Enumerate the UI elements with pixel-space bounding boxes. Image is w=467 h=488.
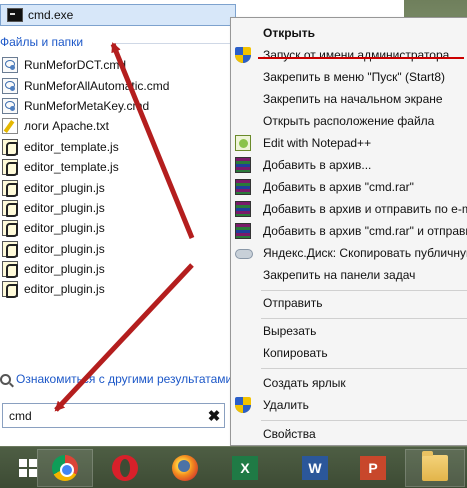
- opera-icon: [112, 455, 138, 481]
- uac-shield-icon: [235, 47, 251, 63]
- folder-icon: [422, 451, 448, 481]
- winrar-icon: [235, 179, 251, 195]
- menu-item-yandex-disk-link[interactable]: Яндекс.Диск: Скопировать публичную ссылк…: [231, 242, 467, 264]
- notepad-plus-plus-icon: [235, 135, 251, 151]
- list-item[interactable]: editor_plugin.js: [2, 259, 234, 279]
- taskbar-excel[interactable]: X: [217, 449, 273, 487]
- clear-search-icon[interactable]: ✖: [204, 407, 224, 425]
- powerpoint-icon: P: [360, 456, 386, 480]
- taskbar-chrome[interactable]: [37, 449, 93, 487]
- menu-item-pin-start-screen[interactable]: Закрепить на начальном экране: [231, 88, 467, 110]
- cmd-script-icon: [2, 97, 18, 114]
- winrar-icon: [235, 201, 251, 217]
- taskbar-opera[interactable]: [97, 449, 153, 487]
- menu-item-delete[interactable]: Удалить: [231, 394, 467, 416]
- file-results-list: RunMeforDCT.cmd RunMeforAllAutomatic.cmd…: [2, 55, 234, 300]
- menu-item-edit-notepadpp[interactable]: Edit with Notepad++: [231, 132, 467, 154]
- chrome-icon: [52, 455, 78, 481]
- section-title: Файлы и папки: [0, 35, 84, 49]
- windows-logo-icon: [19, 459, 37, 477]
- excel-icon: X: [232, 456, 258, 480]
- menu-item-copy[interactable]: Копировать: [231, 342, 467, 364]
- menu-item-pin-start8[interactable]: Закрепить в меню "Пуск" (Start8): [231, 66, 467, 88]
- menu-item-add-to-archive[interactable]: Добавить в архив...: [231, 154, 467, 176]
- js-file-icon: [2, 199, 18, 217]
- menu-item-open-file-location[interactable]: Открыть расположение файла: [231, 110, 467, 132]
- menu-separator: [261, 368, 467, 369]
- search-input[interactable]: [3, 405, 204, 426]
- menu-separator: [261, 318, 467, 319]
- menu-item-properties[interactable]: Свойства: [231, 423, 467, 445]
- js-file-icon: [2, 159, 18, 177]
- highlight-underline: [258, 57, 464, 59]
- js-file-icon: [2, 138, 18, 156]
- list-item[interactable]: логи Apache.txt: [2, 116, 234, 136]
- top-result-cmd[interactable]: cmd.exe: [0, 4, 236, 26]
- menu-item-archive-and-email[interactable]: Добавить в архив и отправить по e-mail..…: [231, 198, 467, 220]
- top-result-label: cmd.exe: [28, 8, 74, 22]
- cmd-script-icon: [2, 57, 18, 74]
- list-item[interactable]: editor_plugin.js: [2, 279, 234, 299]
- taskbar-firefox[interactable]: [157, 449, 213, 487]
- menu-item-cut[interactable]: Вырезать: [231, 320, 467, 342]
- context-menu: Открыть Запуск от имени администратора З…: [230, 17, 467, 446]
- js-file-icon: [2, 261, 18, 279]
- list-item[interactable]: editor_template.js: [2, 157, 234, 177]
- text-file-icon: [2, 118, 18, 135]
- taskbar-explorer[interactable]: [405, 449, 465, 487]
- list-item[interactable]: editor_plugin.js: [2, 218, 234, 238]
- winrar-icon: [235, 223, 251, 239]
- taskbar: X W P: [0, 446, 467, 488]
- taskbar-word[interactable]: W: [287, 449, 343, 487]
- search-box: ✖: [2, 403, 225, 428]
- js-file-icon: [2, 240, 18, 258]
- list-item[interactable]: RunMeforDCT.cmd: [2, 55, 234, 75]
- more-results-link[interactable]: Ознакомиться с другими результатами: [0, 372, 232, 386]
- uac-shield-icon: [235, 397, 251, 413]
- search-icon: [0, 373, 11, 385]
- menu-item-cmd-rar-and-email[interactable]: Добавить в архив "cmd.rar" и отправить п…: [231, 220, 467, 242]
- list-item[interactable]: editor_plugin.js: [2, 239, 234, 259]
- taskbar-powerpoint[interactable]: P: [345, 449, 401, 487]
- winrar-icon: [235, 157, 251, 173]
- menu-item-open[interactable]: Открыть: [231, 22, 467, 44]
- yandex-disk-icon: [235, 245, 253, 261]
- list-item[interactable]: RunMeforAllAutomatic.cmd: [2, 75, 234, 95]
- js-file-icon: [2, 281, 18, 299]
- list-item[interactable]: editor_template.js: [2, 137, 234, 157]
- firefox-icon: [172, 455, 198, 481]
- list-item[interactable]: editor_plugin.js: [2, 177, 234, 197]
- menu-item-send-to[interactable]: Отправить: [231, 292, 467, 314]
- files-section-header[interactable]: Файлы и папки: [0, 35, 235, 49]
- list-item[interactable]: RunMeforMetaKey.cmd: [2, 96, 234, 116]
- menu-separator: [261, 420, 467, 421]
- menu-item-create-shortcut[interactable]: Создать ярлык: [231, 372, 467, 394]
- menu-separator: [261, 290, 467, 291]
- js-file-icon: [2, 179, 18, 197]
- js-file-icon: [2, 220, 18, 238]
- section-divider: [115, 43, 235, 44]
- menu-item-pin-taskbar[interactable]: Закрепить на панели задач: [231, 264, 467, 286]
- word-icon: W: [302, 456, 328, 480]
- menu-item-run-as-admin[interactable]: Запуск от имени администратора: [231, 44, 467, 66]
- command-prompt-icon: [7, 8, 23, 22]
- list-item[interactable]: editor_plugin.js: [2, 198, 234, 218]
- cmd-script-icon: [2, 77, 18, 94]
- menu-item-add-to-cmd-rar[interactable]: Добавить в архив "cmd.rar": [231, 176, 467, 198]
